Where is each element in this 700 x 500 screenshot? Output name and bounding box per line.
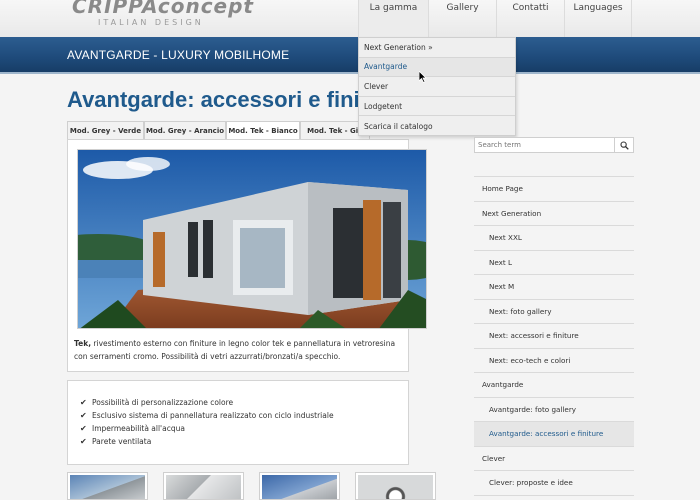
banner-title: AVANTGARDE - LUXURY MOBILHOME <box>67 48 290 62</box>
nav-item-gallery[interactable]: Gallery <box>428 0 496 37</box>
main-nav: La gamma Gallery Contatti Languages <box>358 0 632 37</box>
tab-grey-arancio[interactable]: Mod. Grey - Arancio <box>144 121 226 139</box>
menu-item-scarica-catalogo[interactable]: Scarica il catalogo <box>359 116 515 136</box>
tab-panel: Tek, rivestimento esterno con finiture i… <box>67 139 427 372</box>
description-text: rivestimento esterno con finiture in leg… <box>74 339 396 361</box>
logo[interactable]: CRIPPAconcept ITALIAN DESIGN <box>72 0 282 30</box>
sidebar-item-home-page[interactable]: Home Page <box>474 177 634 202</box>
thumbnail-row <box>67 472 436 500</box>
list-item: ✔ Parete ventilata <box>80 435 334 448</box>
nav-item-languages[interactable]: Languages <box>564 0 632 37</box>
page-title: Avantgarde: accessori e finiture <box>67 87 402 112</box>
feature-list: ✔ Possibilità di personalizzazione colore… <box>80 396 334 448</box>
nav-item-contatti[interactable]: Contatti <box>496 0 564 37</box>
logo-tagline: ITALIAN DESIGN <box>98 18 204 27</box>
check-icon: ✔ <box>80 398 87 407</box>
sidebar-item-next-accessori[interactable]: Next: accessori e finiture <box>474 324 634 349</box>
sidebar-item-next-eco-tech[interactable]: Next: eco-tech e colori <box>474 349 634 373</box>
feature-text: Esclusivo sistema di pannellatura realiz… <box>92 411 334 420</box>
list-item: ✔ Esclusivo sistema di pannellatura reali… <box>80 409 334 422</box>
sidebar-item-next-l[interactable]: Next L <box>474 251 634 275</box>
list-item: ✔ Possibilità di personalizzazione colore <box>80 396 334 409</box>
sidebar-item-avantgarde-foto-gallery[interactable]: Avantgarde: foto gallery <box>474 398 634 422</box>
check-icon: ✔ <box>80 437 87 446</box>
sidebar-item-clever-proposte[interactable]: Clever: proposte e idee <box>474 471 634 496</box>
sidebar-item-next-m[interactable]: Next M <box>474 275 634 300</box>
sidebar-item-next-generation[interactable]: Next Generation <box>474 202 634 226</box>
list-item: ✔ Impermeabilità all'acqua <box>80 422 334 435</box>
check-icon: ✔ <box>80 424 87 433</box>
search-button[interactable] <box>615 137 634 153</box>
model-tabs: Mod. Grey - Verde Mod. Grey - Arancio Mo… <box>67 121 370 139</box>
description-bold: Tek, <box>74 339 92 348</box>
thumbnail[interactable] <box>259 472 340 500</box>
section-banner: AVANTGARDE - LUXURY MOBILHOME <box>0 37 700 74</box>
sidebar-item-next-xxl[interactable]: Next XXL <box>474 226 634 251</box>
logo-brand: CRIPPAconcept <box>72 0 254 18</box>
sidebar-item-next-foto-gallery[interactable]: Next: foto gallery <box>474 300 634 324</box>
thumbnail[interactable] <box>67 472 148 500</box>
search-form <box>474 137 634 153</box>
la-gamma-dropdown: Next Generation » Avantgarde Clever Lodg… <box>358 37 516 136</box>
top-header: CRIPPAconcept ITALIAN DESIGN La gamma Ga… <box>0 0 700 37</box>
menu-item-avantgarde[interactable]: Avantgarde <box>359 57 515 78</box>
menu-item-lodgetent[interactable]: Lodgetent <box>359 97 515 117</box>
sidebar-nav: Home Page Next Generation Next XXL Next … <box>474 176 634 496</box>
feature-text: Possibilità di personalizzazione colore <box>92 398 234 407</box>
features-box: ✔ Possibilità di personalizzazione colore… <box>67 380 409 465</box>
menu-item-clever[interactable]: Clever <box>359 77 515 97</box>
thumbnail[interactable] <box>355 472 436 500</box>
search-input[interactable] <box>474 137 615 153</box>
search-icon <box>619 140 629 150</box>
feature-text: Parete ventilata <box>92 437 152 446</box>
feature-text: Impermeabilità all'acqua <box>92 424 185 433</box>
nav-item-la-gamma[interactable]: La gamma <box>358 0 428 37</box>
model-description: Tek, rivestimento esterno con finiture i… <box>74 337 408 363</box>
thumbnail[interactable] <box>163 472 244 500</box>
sidebar-item-avantgarde[interactable]: Avantgarde <box>474 373 634 398</box>
sidebar-item-clever[interactable]: Clever <box>474 447 634 471</box>
menu-item-next-generation[interactable]: Next Generation » <box>359 38 515 58</box>
hero-image <box>77 149 427 329</box>
mouse-cursor-icon <box>419 71 427 83</box>
tab-tek-bianco[interactable]: Mod. Tek - Bianco <box>226 121 300 139</box>
check-icon: ✔ <box>80 411 87 420</box>
tab-grey-verde[interactable]: Mod. Grey - Verde <box>67 121 144 139</box>
sidebar-item-avantgarde-accessori[interactable]: Avantgarde: accessori e finiture <box>474 422 634 447</box>
